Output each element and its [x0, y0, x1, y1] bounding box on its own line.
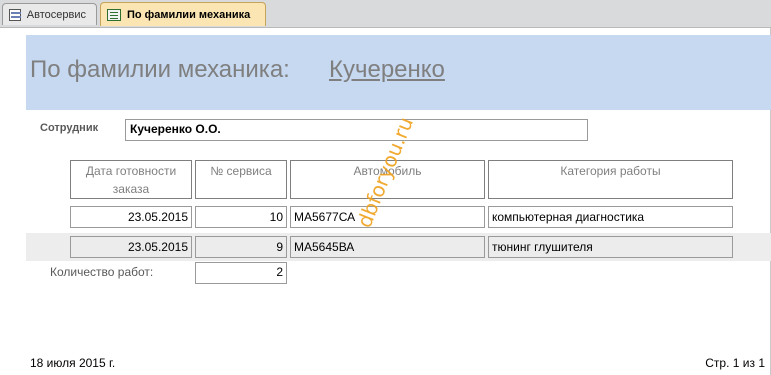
cell-category[interactable]: тюнинг глушителя	[488, 236, 733, 258]
cell-service-no[interactable]: 9	[195, 236, 287, 258]
cell-date[interactable]: 23.05.2015	[70, 236, 192, 258]
report-icon	[107, 8, 121, 21]
employee-field[interactable]: Кучеренко О.О.	[125, 119, 588, 141]
cell-car[interactable]: МА5645ВА	[290, 236, 485, 258]
column-header-service-no: № сервиса	[195, 160, 287, 199]
work-count-field[interactable]: 2	[195, 262, 287, 284]
column-header-category: Категория работы	[488, 160, 733, 199]
work-count-label: Количество работ:	[50, 265, 154, 279]
column-header-date: Дата готовности заказа	[70, 160, 192, 199]
tab-avtoservis[interactable]: Автосервис	[2, 3, 97, 25]
cell-date[interactable]: 23.05.2015	[70, 206, 192, 228]
cell-service-no[interactable]: 10	[195, 206, 287, 228]
cell-category[interactable]: компьютерная диагностика	[488, 206, 733, 228]
footer-date: 18 июля 2015 г.	[30, 356, 116, 370]
tab-label: По фамилии механика	[127, 8, 251, 21]
tab-po-familii-mehanika[interactable]: По фамилии механика	[100, 2, 266, 26]
form-icon	[9, 8, 21, 21]
mechanic-name: Кучеренко	[329, 56, 445, 83]
document-tab-strip: Автосервис По фамилии механика	[0, 0, 771, 28]
cell-car[interactable]: МА5677СА	[290, 206, 485, 228]
footer-page-number: Стр. 1 из 1	[705, 356, 765, 370]
tab-label: Автосервис	[26, 8, 86, 21]
report-title: По фамилии механика:	[30, 56, 290, 83]
employee-label: Сотрудник	[40, 122, 99, 134]
